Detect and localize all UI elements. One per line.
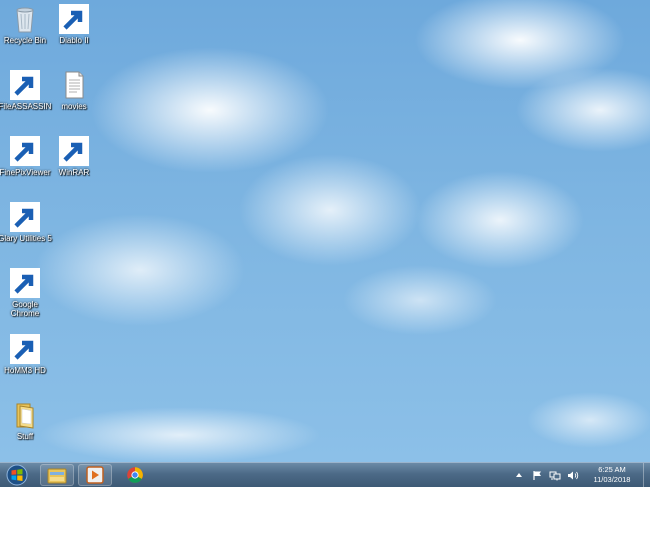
clock-date: 11/03/2018 bbox=[593, 475, 631, 484]
desktop-icon-fileassassin[interactable]: FileASSASSIN bbox=[0, 70, 51, 111]
diablo-icon bbox=[59, 4, 89, 34]
taskbar: 6:25 AM 11/03/2018 bbox=[0, 462, 650, 487]
media-player-icon bbox=[86, 466, 104, 484]
desktop-icon-label: Stuff bbox=[16, 432, 34, 441]
chrome-icon bbox=[127, 467, 143, 483]
flag-icon bbox=[532, 470, 541, 480]
desktop-icon-google-chrome[interactable]: Google Chrome bbox=[0, 268, 50, 318]
shortcut-arrow-icon bbox=[10, 334, 40, 364]
desktop-icon-glary-utilities[interactable]: Glary Utilities 5 bbox=[0, 202, 52, 243]
shortcut-arrow-icon bbox=[10, 70, 40, 100]
winrar-icon bbox=[59, 136, 89, 166]
taskbar-chrome-button[interactable] bbox=[118, 464, 152, 486]
explorer-icon bbox=[47, 468, 67, 484]
windows-start-icon bbox=[6, 464, 28, 486]
folder-icon bbox=[10, 400, 40, 430]
desktop-icon-diablo-ii[interactable]: Diablo II bbox=[49, 4, 99, 45]
volume-button[interactable] bbox=[567, 469, 579, 481]
desktop-icon-label: Diablo II bbox=[59, 36, 89, 45]
action-center-button[interactable] bbox=[531, 469, 543, 481]
desktop-icon-label: Glary Utilities 5 bbox=[0, 234, 52, 243]
shortcut-arrow-icon bbox=[10, 202, 40, 232]
desktop-icon-recycle-bin[interactable]: Recycle Bin bbox=[0, 4, 50, 45]
start-button[interactable] bbox=[4, 464, 30, 486]
desktop-icon-stuff[interactable]: Stuff bbox=[0, 400, 50, 441]
desktop-icon-label: WinRAR bbox=[58, 168, 90, 177]
desktop-icon-label: Google Chrome bbox=[10, 300, 40, 318]
desktop-icon-movies[interactable]: movies bbox=[49, 70, 99, 111]
clock-time: 6:25 AM bbox=[598, 465, 626, 474]
shortcut-arrow-icon bbox=[59, 4, 89, 34]
taskbar-explorer-button[interactable] bbox=[40, 464, 74, 486]
shortcut-arrow-icon bbox=[59, 136, 89, 166]
fileassassin-icon bbox=[10, 70, 40, 100]
desktop-icon-finepixviewer[interactable]: f FinePixViewer bbox=[0, 136, 50, 177]
taskbar-media-player-button[interactable] bbox=[78, 464, 112, 486]
shortcut-arrow-icon bbox=[10, 136, 40, 166]
network-icon bbox=[549, 471, 561, 480]
finepix-icon: f bbox=[10, 136, 40, 166]
desktop-icon-winrar[interactable]: WinRAR bbox=[49, 136, 99, 177]
text-file-icon bbox=[59, 70, 89, 100]
system-tray: 6:25 AM 11/03/2018 bbox=[510, 463, 650, 487]
desktop-icon-label: movies bbox=[61, 102, 87, 111]
chevron-up-icon bbox=[516, 473, 522, 477]
glary-icon bbox=[10, 202, 40, 232]
shortcut-arrow-icon bbox=[10, 268, 40, 298]
desktop-icon-label: HoMM3 HD bbox=[4, 366, 46, 375]
chrome-icon bbox=[10, 268, 40, 298]
homm3-icon bbox=[10, 334, 40, 364]
network-button[interactable] bbox=[549, 469, 561, 481]
desktop[interactable]: Recycle Bin Diablo II FileASSASSIN movie… bbox=[0, 0, 650, 462]
speaker-icon bbox=[568, 471, 579, 479]
desktop-icon-homm3-hd[interactable]: HoMM3 HD bbox=[0, 334, 50, 375]
recycle-bin-icon bbox=[10, 4, 40, 34]
show-hidden-icons-button[interactable] bbox=[513, 469, 525, 481]
clock[interactable]: 6:25 AM 11/03/2018 bbox=[585, 465, 639, 485]
show-desktop-button[interactable] bbox=[643, 463, 650, 487]
